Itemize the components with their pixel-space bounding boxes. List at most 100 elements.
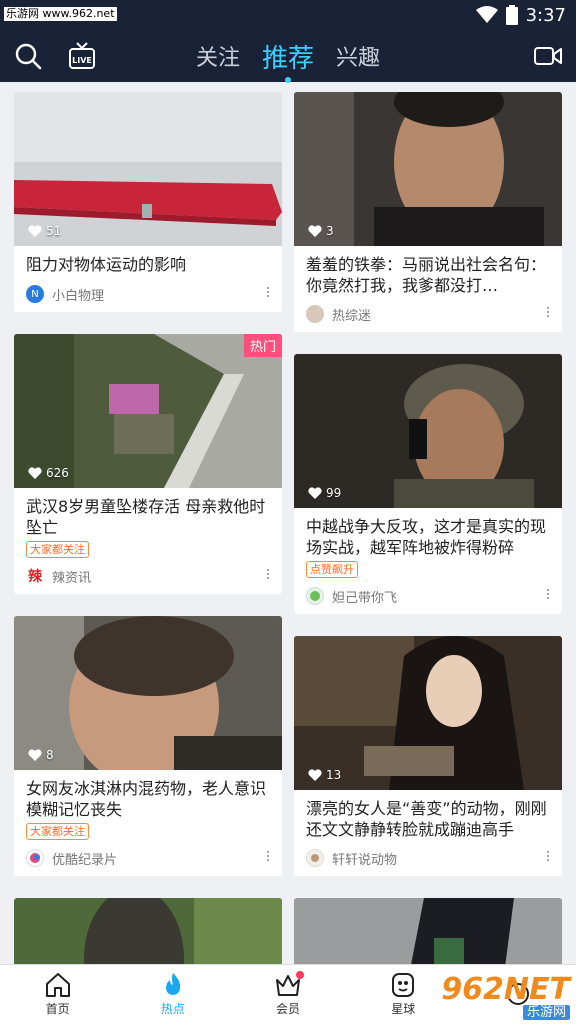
video-title[interactable]: 阻力对物体运动的影响 [14, 246, 282, 276]
feed-column-left: 51 阻力对物体运动的影响 N 小白物理 热门 626 武汉8岁男童坠楼存活 母… [14, 92, 282, 964]
feed-column-right: 3 羞羞的铁拳：马丽说出社会名句：你竟然打我，我爹都没打… 热综迷 99 中越战… [294, 92, 562, 964]
video-card[interactable]: 51 阻力对物体运动的影响 N 小白物理 [14, 92, 282, 312]
nav-vip-label: 会员 [276, 1002, 301, 1016]
feed-tabs: 关注 推荐 兴趣 [0, 30, 576, 83]
more-options-icon[interactable] [547, 851, 550, 863]
more-options-icon[interactable] [547, 589, 550, 601]
hot-badge: 热门 [243, 334, 282, 357]
site-watermark: 962NET 乐游网 [441, 975, 570, 1020]
notification-dot [296, 971, 305, 979]
nav-planet-label: 星球 [391, 1002, 416, 1016]
like-count: 626 [28, 466, 69, 480]
like-count-value: 626 [46, 466, 69, 480]
video-feed: 51 阻力对物体运动的影响 N 小白物理 热门 626 武汉8岁男童坠楼存活 母… [0, 82, 576, 964]
video-thumbnail[interactable]: 8 [14, 616, 282, 770]
status-right: 3:37 [475, 4, 566, 26]
video-card[interactable]: 热门 626 武汉8岁男童坠楼存活 母亲救他时坠亡 大家都关注 辣 辣资讯 [14, 334, 282, 594]
video-thumbnail[interactable]: 热门 626 [14, 334, 282, 488]
wifi-icon [475, 6, 498, 23]
video-card[interactable] [294, 898, 562, 964]
card-meta: 妲己带你飞 [294, 578, 562, 614]
author-name[interactable]: 辣资讯 [52, 567, 91, 586]
more-options-icon[interactable] [267, 287, 270, 299]
top-nav: LIVE 关注 推荐 兴趣 [0, 30, 576, 83]
author-name[interactable]: 热综迷 [332, 305, 371, 324]
video-camera-icon[interactable] [532, 40, 564, 72]
video-card[interactable]: 8 女网友冰淇淋内混药物，老人意识模糊记忆丧失 大家都关注 优酷纪录片 [14, 616, 282, 876]
status-bar: 乐游网 www.962.net 3:37 [0, 0, 576, 30]
like-count: 8 [28, 748, 54, 762]
video-thumbnail[interactable]: 51 [14, 92, 282, 246]
author-avatar[interactable]: 辣 [26, 567, 44, 585]
topic-tag: 大家都关注 [26, 823, 89, 840]
author-avatar[interactable]: N [26, 285, 44, 303]
video-title[interactable]: 女网友冰淇淋内混药物，老人意识模糊记忆丧失 [14, 770, 282, 820]
more-options-icon[interactable] [267, 851, 270, 863]
heart-icon [28, 467, 42, 479]
author-avatar[interactable] [306, 849, 324, 867]
video-thumbnail[interactable]: 3 [294, 92, 562, 246]
video-title[interactable]: 武汉8岁男童坠楼存活 母亲救他时坠亡 [14, 488, 282, 538]
video-title[interactable]: 羞羞的铁拳：马丽说出社会名句：你竟然打我，我爹都没打… [294, 246, 562, 296]
nav-home-label: 首页 [45, 1002, 70, 1016]
card-meta: 优酷纪录片 [14, 840, 282, 876]
app-root: 乐游网 www.962.net 3:37 LIVE 关注 推荐 兴趣 51 阻力… [0, 0, 576, 1024]
author-avatar[interactable] [26, 849, 44, 867]
like-count-value: 51 [46, 224, 62, 238]
like-count-value: 3 [326, 224, 334, 238]
flame-icon [165, 973, 180, 995]
bottom-nav: 首页 热点 会员 星球 962NET 乐游网 [0, 964, 576, 1024]
home-icon [45, 973, 70, 997]
nav-hot[interactable]: 热点 [115, 965, 230, 1024]
video-card[interactable] [14, 898, 282, 964]
tab-recommend[interactable]: 推荐 [261, 38, 314, 83]
heart-icon [308, 487, 322, 499]
planet-icon [392, 973, 415, 997]
like-count: 13 [308, 768, 341, 782]
like-count: 3 [308, 224, 334, 238]
video-title[interactable]: 漂亮的女人是“善变”的动物，刚刚还文文静静转脸就成蹦迪高手 [294, 790, 562, 840]
tab-interest[interactable]: 兴趣 [336, 40, 380, 72]
video-thumbnail[interactable] [294, 898, 562, 964]
heart-icon [28, 225, 42, 237]
author-name[interactable]: 小白物理 [52, 285, 104, 304]
card-meta: 轩轩说动物 [294, 840, 562, 876]
video-title[interactable]: 中越战争大反攻，这才是真实的现场实战，越军阵地被炸得粉碎 [294, 508, 562, 558]
status-time: 3:37 [525, 4, 566, 26]
tab-follow[interactable]: 关注 [196, 40, 240, 72]
topic-tag: 大家都关注 [26, 541, 89, 558]
author-name[interactable]: 轩轩说动物 [332, 849, 397, 868]
video-thumbnail[interactable]: 99 [294, 354, 562, 508]
video-thumbnail[interactable] [14, 898, 282, 964]
topic-tag: 点赞飙升 [306, 561, 358, 578]
author-avatar[interactable] [306, 305, 324, 323]
author-name[interactable]: 优酷纪录片 [52, 849, 117, 868]
heart-icon [308, 769, 322, 781]
video-card[interactable]: 3 羞羞的铁拳：马丽说出社会名句：你竟然打我，我爹都没打… 热综迷 [294, 92, 562, 332]
heart-icon [28, 749, 42, 761]
like-count-value: 13 [326, 768, 342, 782]
like-count-value: 8 [46, 748, 54, 762]
more-options-icon[interactable] [547, 307, 550, 319]
heart-icon [308, 225, 322, 237]
author-avatar[interactable] [306, 587, 324, 605]
tab-recommend-label: 推荐 [261, 43, 314, 74]
status-source-label: 乐游网 www.962.net [4, 7, 117, 21]
like-count: 51 [28, 224, 61, 238]
video-card[interactable]: 99 中越战争大反攻，这才是真实的现场实战，越军阵地被炸得粉碎 点赞飙升 妲己带… [294, 354, 562, 614]
like-count: 99 [308, 486, 341, 500]
author-name[interactable]: 妲己带你飞 [332, 587, 397, 606]
card-meta: 辣 辣资讯 [14, 558, 282, 594]
nav-vip[interactable]: 会员 [230, 965, 345, 1024]
card-meta: 热综迷 [294, 296, 562, 332]
battery-icon [505, 5, 518, 25]
video-card[interactable]: 13 漂亮的女人是“善变”的动物，刚刚还文文静静转脸就成蹦迪高手 轩轩说动物 [294, 636, 562, 876]
watermark-logo: 962NET [441, 972, 570, 1007]
more-options-icon[interactable] [267, 569, 270, 581]
nav-hot-label: 热点 [160, 1002, 185, 1016]
watermark-site-name: 乐游网 [522, 1005, 570, 1020]
video-thumbnail[interactable]: 13 [294, 636, 562, 790]
card-meta: N 小白物理 [14, 276, 282, 312]
like-count-value: 99 [326, 486, 342, 500]
nav-home[interactable]: 首页 [0, 965, 115, 1024]
